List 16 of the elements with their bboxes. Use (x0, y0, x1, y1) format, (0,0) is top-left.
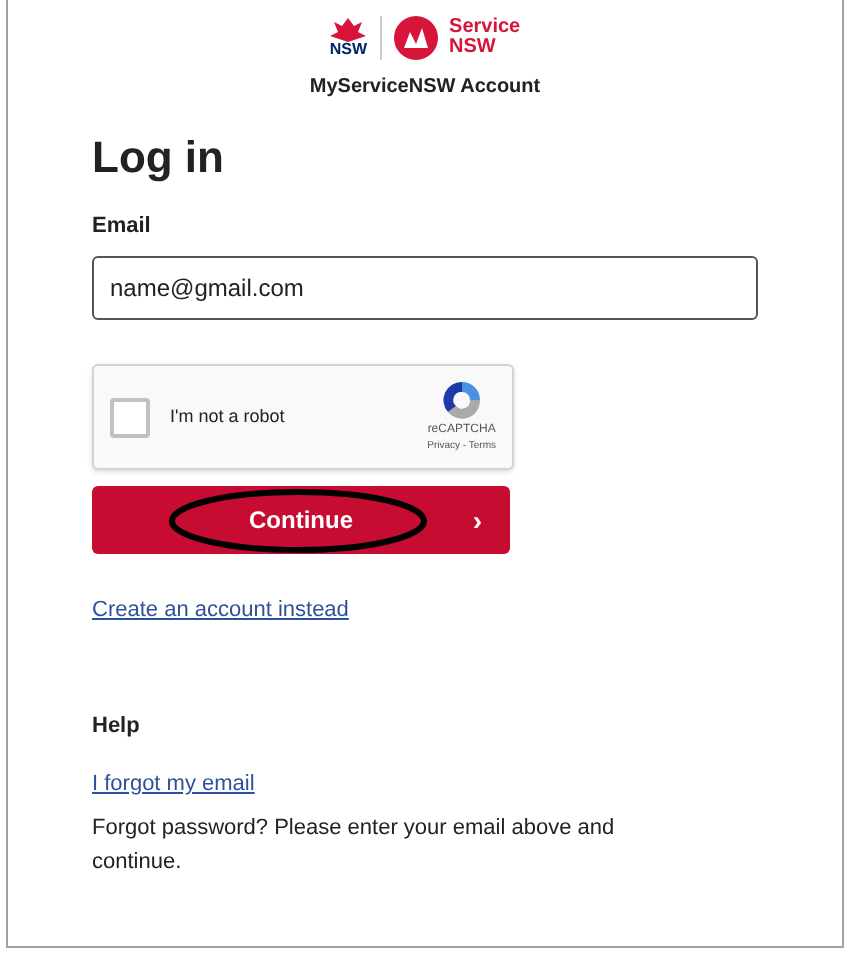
logo-text: NSW (329, 42, 368, 58)
captcha-checkbox[interactable] (110, 397, 150, 437)
forgot-email-link[interactable]: I forgot my email (92, 768, 758, 801)
create-account-link[interactable]: Create an account instead (92, 594, 758, 627)
page-heading: Log in (92, 130, 226, 185)
help-text: Forgot password? Please enter your email above and continue. (92, 813, 617, 877)
logo-emblem-icon (393, 16, 438, 60)
logo-text: NSW (449, 38, 498, 58)
email-label: Email (92, 211, 153, 241)
help-heading: Help (92, 711, 142, 741)
account-title: MyServiceNSW Account (309, 74, 541, 102)
email-field[interactable]: name@gmail.com (92, 256, 758, 320)
logo-text: Service (449, 18, 521, 38)
captcha-label: I'm not a robot (170, 403, 287, 430)
recaptcha-icon (439, 378, 484, 423)
waratah-icon (330, 18, 367, 42)
